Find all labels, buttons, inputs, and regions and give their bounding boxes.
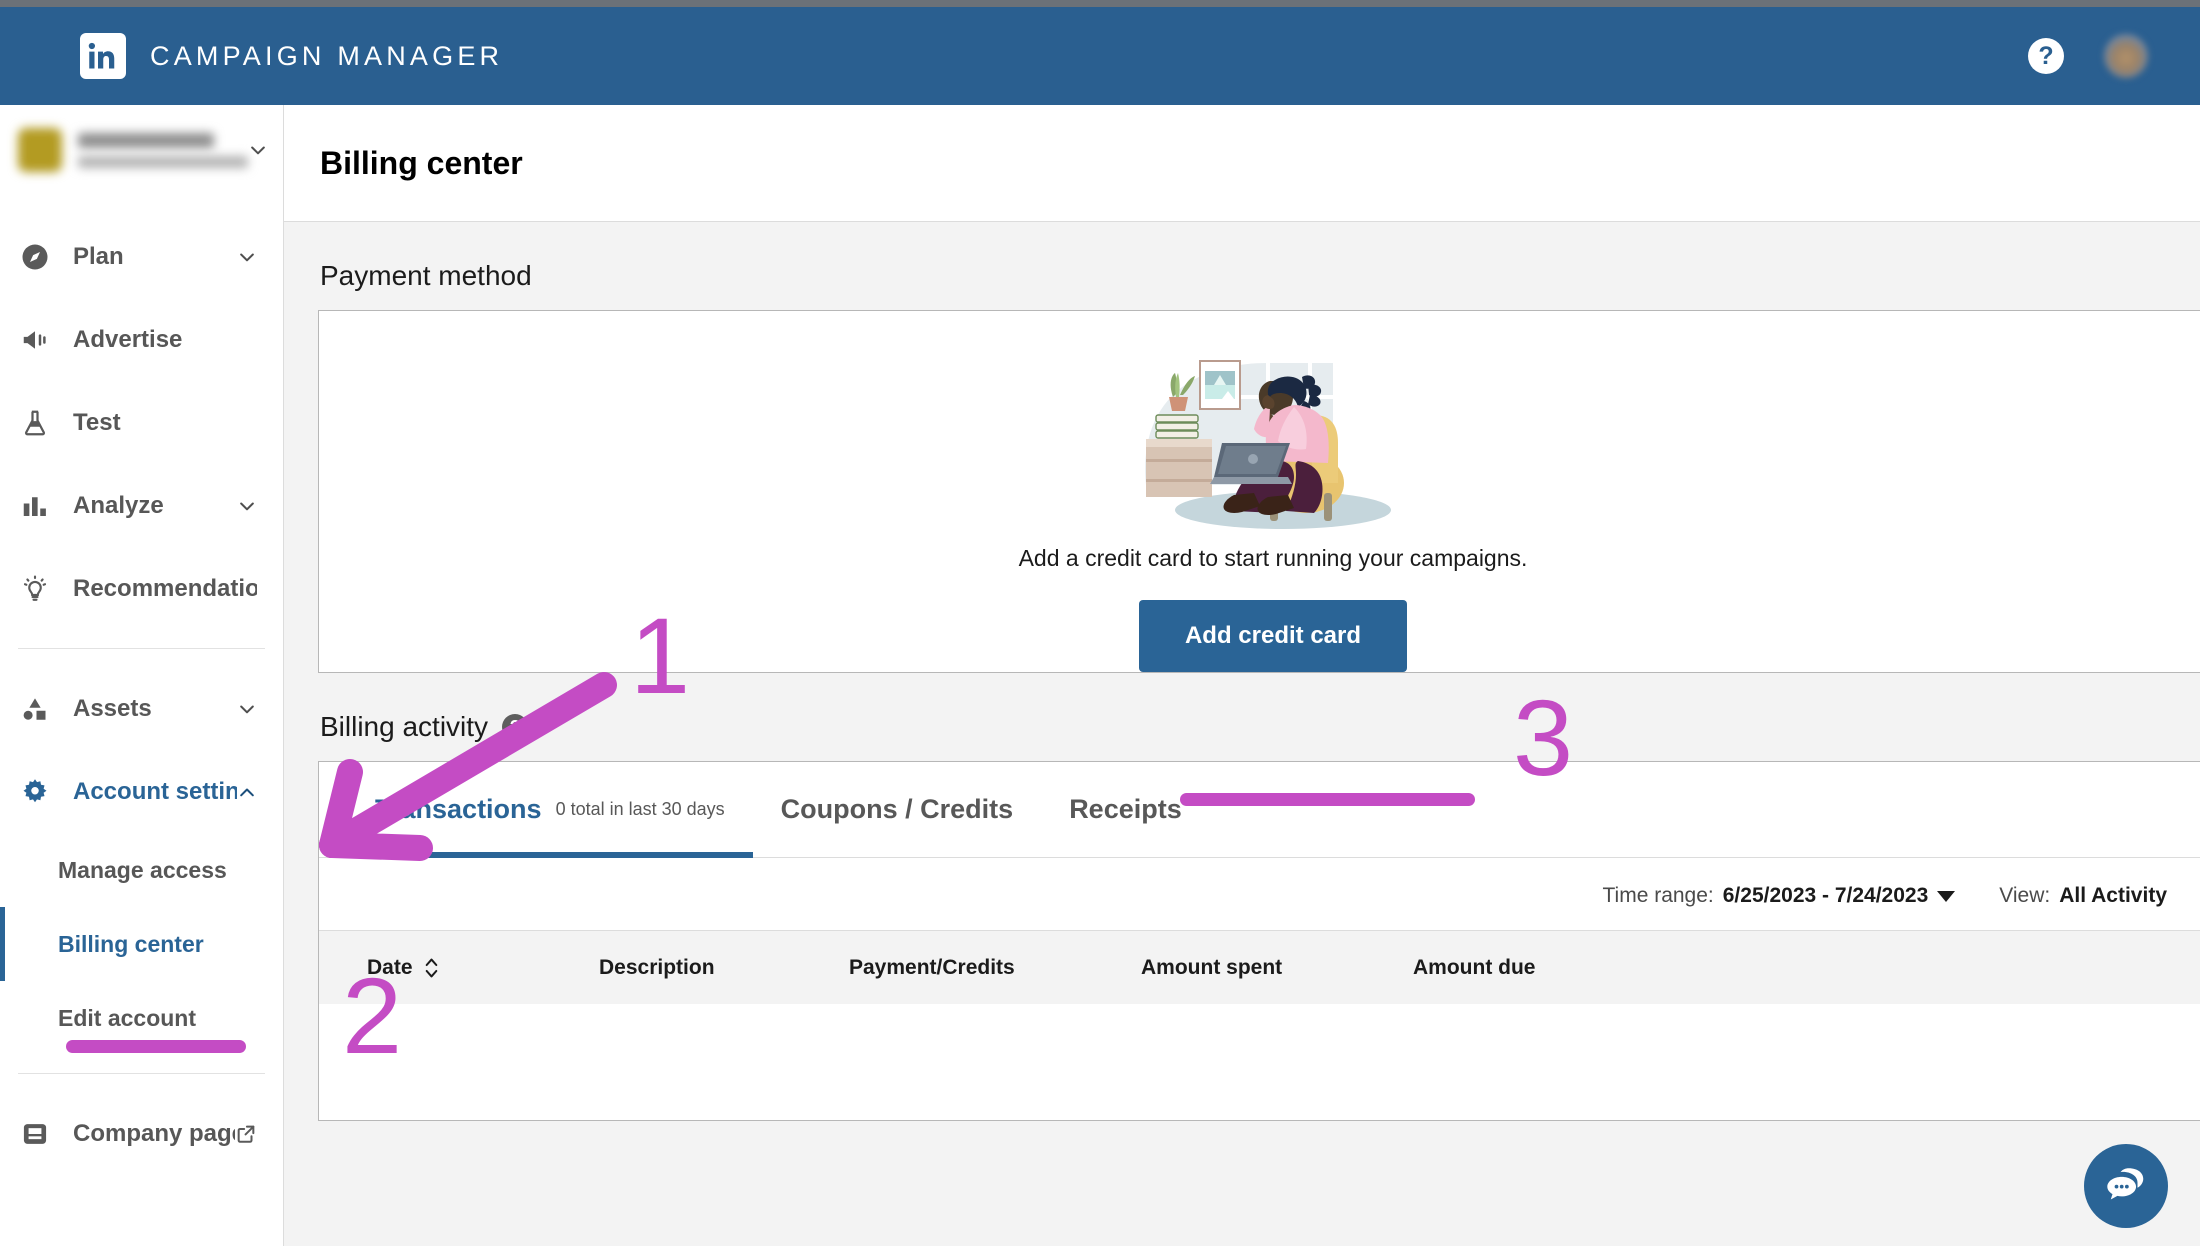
sidebar-item-label: Account settings [73,777,237,805]
column-label: Payment/Credits [849,955,1015,979]
lightbulb-icon [18,572,52,606]
sidebar-item-label: Analyze [73,491,164,519]
chevron-down-icon[interactable] [237,247,257,267]
sidebar-item-label: Assets [73,694,152,722]
chevron-down-icon[interactable] [237,496,257,516]
time-range-label: Time range: [1602,884,1714,907]
sidebar-subitem-label: Manage access [58,856,227,883]
bar-chart-icon [18,489,52,523]
chevron-down-icon [248,140,268,160]
sidebar-item-recommendations[interactable]: Recommendations (B... [0,547,283,630]
sidebar-item-analyze[interactable]: Analyze [0,464,283,547]
add-credit-card-button[interactable]: Add credit card [1138,600,1408,672]
chevron-up-icon[interactable] [237,782,257,802]
sidebar-subitem-label: Edit account [58,1004,197,1031]
column-label: Date [367,955,413,979]
payment-method-heading: Payment method [284,222,2200,310]
sidebar-subitem-edit-account[interactable]: Edit account [0,981,283,1055]
tab-coupons-credits[interactable]: Coupons / Credits [753,762,1042,857]
page-title: Billing center [320,144,523,181]
column-header-date[interactable]: Date [319,956,599,980]
payment-method-title: Payment method [320,260,532,291]
tab-label: Receipts [1069,794,1182,824]
chevron-down-icon [1937,890,1956,902]
payment-method-card: Add a credit card to start running your … [318,310,2200,673]
sidebar-item-test[interactable]: Test [0,381,283,464]
sidebar-item-label: Recommendations (B... [73,574,257,602]
top-navigation-bar: CAMPAIGN MANAGER ? [0,7,2200,105]
tab-count: 0 total in last 30 days [555,799,725,819]
company-page-icon [18,1117,52,1151]
chat-support-button[interactable] [2084,1144,2168,1228]
sidebar-divider [18,648,265,649]
column-label: Amount spent [1141,955,1283,979]
chat-bubbles-icon [2103,1161,2149,1212]
sort-updown-icon[interactable] [423,956,440,980]
account-switcher[interactable] [0,105,283,195]
tab-transactions[interactable]: Transactions 0 total in last 30 days [347,762,753,858]
help-question-icon[interactable]: ? [502,714,529,740]
page-header: Billing center [284,105,2200,222]
transactions-table-header: Date Description Payment/Credits Amount … [319,930,2200,1004]
view-value: All Activity [2059,884,2167,907]
payment-method-message: Add a credit card to start running your … [1018,545,1528,571]
compass-icon [18,240,52,274]
shapes-icon [18,692,52,726]
account-name [78,132,214,148]
sidebar-subitem-label: Billing center [58,930,204,957]
billing-filters: Time range: 6/25/2023 - 7/24/2023 View: … [319,858,2200,930]
sidebar-item-label: Test [73,408,121,436]
linkedin-logo-icon [80,33,126,79]
brand-title: CAMPAIGN MANAGER [150,40,504,71]
gear-icon [18,775,52,809]
sidebar: Plan Advertise Test Analyze Recommendati… [0,105,284,1246]
column-header-amount-spent: Amount spent [1141,956,1413,980]
view-filter[interactable]: View: All Activity [1999,884,2167,908]
column-label: Description [599,955,715,979]
account-sublabel [78,155,248,168]
campaign-manager-app: CAMPAIGN MANAGER ? Plan Advertise Test A… [0,0,2200,1246]
brand-logo-group[interactable]: CAMPAIGN MANAGER [80,33,503,79]
time-range-value: 6/25/2023 - 7/24/2023 [1722,884,1929,907]
main-content: Billing center Payment method Add a cred… [284,105,2200,1246]
column-header-amount-due: Amount due [1413,956,1663,980]
billing-activity-card: Transactions 0 total in last 30 days Cou… [318,761,2200,1121]
help-question-icon[interactable]: ? [2028,38,2064,74]
account-avatar [18,128,62,172]
sidebar-item-plan[interactable]: Plan [0,215,283,298]
column-label: Amount due [1413,955,1536,979]
tab-label: Transactions [375,794,542,824]
sidebar-subitem-manage-access[interactable]: Manage access [0,833,283,907]
sidebar-subitem-billing-center[interactable]: Billing center [0,907,283,981]
view-label: View: [1999,884,2051,907]
sidebar-item-assets[interactable]: Assets [0,667,283,750]
billing-activity-title: Billing activity [320,711,489,742]
sidebar-item-label: Advertise [73,325,183,353]
external-link-icon[interactable] [235,1123,257,1145]
sidebar-item-company-page[interactable]: Company page [0,1092,283,1175]
sidebar-item-label: Company page [73,1119,235,1147]
megaphone-icon [18,323,52,357]
column-header-description: Description [599,956,849,980]
account-text [78,132,248,168]
column-header-payment-credits: Payment/Credits [849,956,1141,980]
tab-label: Coupons / Credits [780,794,1014,824]
topbar-actions: ? [2028,7,2148,105]
window-chrome-strip [0,0,2200,7]
sidebar-item-account-settings[interactable]: Account settings [0,750,283,833]
sidebar-item-label: Plan [73,242,124,270]
time-range-filter[interactable]: Time range: 6/25/2023 - 7/24/2023 [1602,884,1956,908]
flask-icon [18,406,52,440]
chevron-down-icon[interactable] [237,699,257,719]
sidebar-item-advertise[interactable]: Advertise [0,298,283,381]
billing-activity-tabs: Transactions 0 total in last 30 days Cou… [319,762,2200,858]
tab-receipts[interactable]: Receipts [1041,762,1210,857]
billing-activity-heading: Billing activity ? [284,673,2200,761]
avatar[interactable] [2104,34,2148,78]
primary-nav: Plan Advertise Test Analyze Recommendati… [0,195,283,1175]
woman-at-laptop-illustration [1118,335,1428,535]
sidebar-divider-2 [18,1073,265,1074]
